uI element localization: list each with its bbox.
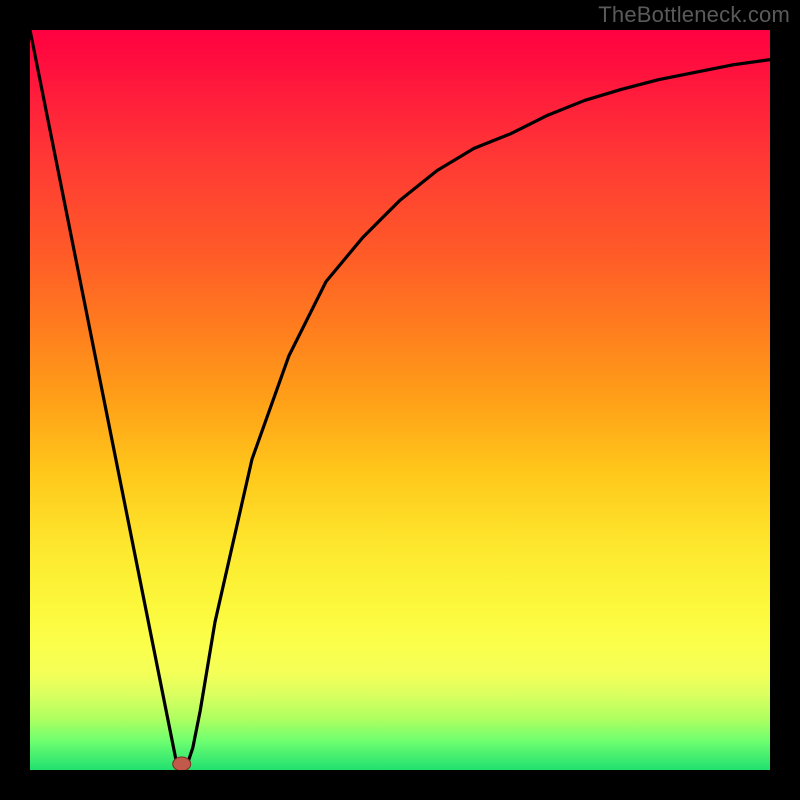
- bottleneck-curve: [30, 30, 770, 770]
- marker-dot: [173, 757, 191, 770]
- attribution-label: TheBottleneck.com: [598, 2, 790, 28]
- chart-container: TheBottleneck.com: [0, 0, 800, 800]
- plot-area: [30, 30, 770, 770]
- curve-layer: [30, 30, 770, 770]
